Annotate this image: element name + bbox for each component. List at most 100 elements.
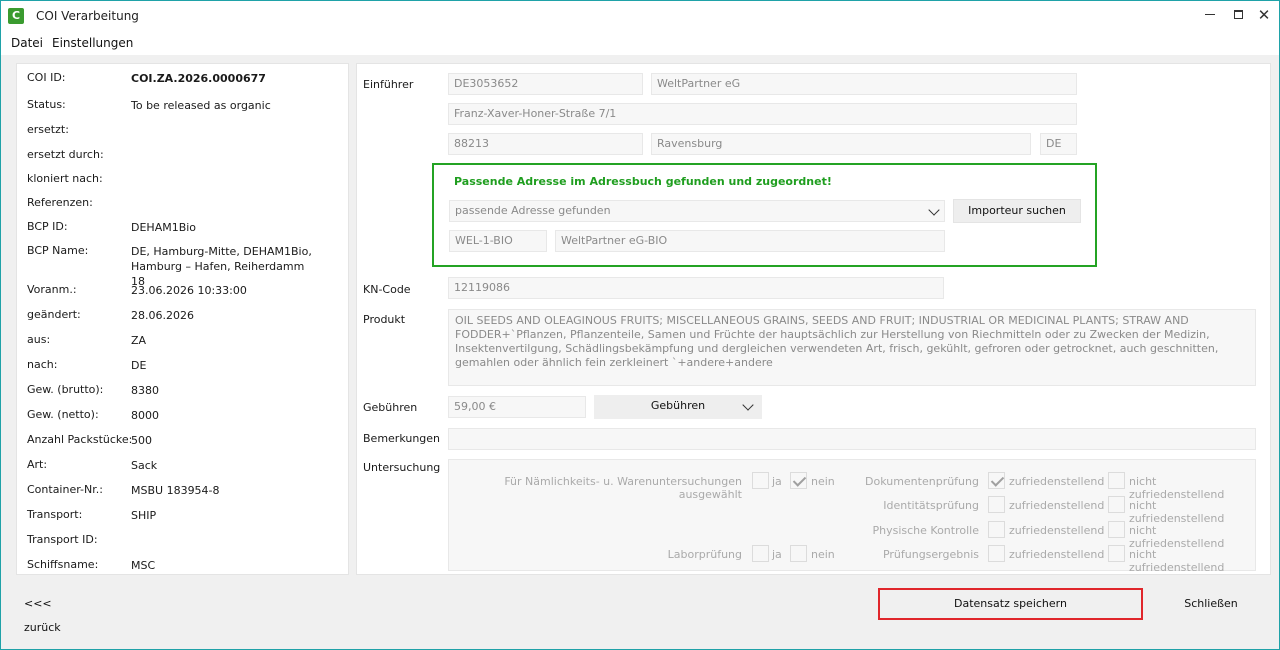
labor-nein-checkbox[interactable]	[790, 545, 807, 562]
importeur-suchen-button[interactable]: Importeur suchen	[953, 199, 1081, 223]
info-label: Schiffsname:	[27, 558, 99, 571]
info-value: 23.06.2026 10:33:00	[131, 284, 247, 297]
info-label: Gew. (brutto):	[27, 383, 104, 396]
app-logo-icon: C	[8, 8, 24, 24]
menu-einstellungen[interactable]: Einstellungen	[52, 36, 133, 50]
info-label: Transport:	[27, 508, 83, 521]
close-window-button[interactable]: ✕	[1249, 1, 1279, 31]
dokument-zufrieden-label: zufriedenstellend	[1009, 475, 1105, 488]
info-label: Gew. (netto):	[27, 408, 99, 421]
laborpruefung-label: Laborprüfung	[667, 548, 742, 561]
einfuehrer-name-field[interactable]: WeltPartner eG	[651, 73, 1077, 95]
info-value: 500	[131, 434, 152, 447]
info-label: Art:	[27, 458, 48, 471]
back-button[interactable]: <<< zurück	[19, 592, 89, 634]
kn-code-label: KN-Code	[363, 283, 411, 296]
address-code-field[interactable]: WEL-1-BIO	[449, 230, 547, 252]
address-match-select[interactable]: passende Adresse gefunden	[449, 200, 945, 222]
info-value: MSBU 183954-8	[131, 484, 220, 497]
info-value: 8380	[131, 384, 159, 397]
info-label: BCP Name:	[27, 244, 89, 257]
gebuehren-field[interactable]: 59,00 €	[448, 396, 586, 418]
pruefungsergebnis-label: Prüfungsergebnis	[882, 548, 979, 561]
info-value: Sack	[131, 459, 158, 472]
kn-code-field[interactable]: 12119086	[448, 277, 944, 299]
close-icon: ✕	[1257, 6, 1271, 24]
maximize-icon	[1233, 10, 1243, 19]
info-value: ZA	[131, 334, 147, 347]
address-match-message: Passende Adresse im Adressbuch gefunden …	[454, 175, 832, 188]
save-record-button[interactable]: Datensatz speichern	[878, 588, 1143, 620]
info-value: To be released as organic	[131, 99, 271, 112]
naemlichkeit-nein-checkbox[interactable]	[790, 472, 807, 489]
ergebnis-zufrieden-checkbox[interactable]	[988, 545, 1005, 562]
city-field[interactable]: Ravensburg	[651, 133, 1031, 155]
info-label: Anzahl Packstücke:	[27, 433, 133, 446]
coi-form-panel: Einführer DE3053652 WeltPartner eG Franz…	[356, 63, 1271, 575]
info-label: Transport ID:	[27, 533, 98, 546]
menu-bar: Datei Einstellungen	[1, 31, 1279, 55]
identitaetspruefung-label: Identitätsprüfung	[883, 499, 979, 512]
info-label: kloniert nach:	[27, 172, 103, 185]
einfuehrer-label: Einführer	[363, 78, 414, 91]
info-value: MSC	[131, 559, 156, 572]
info-label: ersetzt:	[27, 123, 69, 136]
chevron-down-icon	[928, 204, 940, 216]
ergebnis-nicht-zufrieden-label: nicht zufriedenstellend	[1129, 548, 1225, 574]
address-match-box: Passende Adresse im Adressbuch gefunden …	[432, 163, 1097, 267]
menu-datei[interactable]: Datei	[11, 36, 43, 50]
chevron-down-icon	[742, 399, 754, 411]
info-label: Status:	[27, 98, 66, 111]
info-value: DE	[131, 359, 147, 372]
dokument-nicht-zufrieden-label: nicht zufriedenstellend	[1129, 475, 1225, 501]
info-label: COI ID:	[27, 71, 66, 84]
info-label: nach:	[27, 358, 58, 371]
bemerkungen-field[interactable]	[448, 428, 1256, 450]
info-label: aus:	[27, 333, 51, 346]
close-button[interactable]: Schließen	[1171, 592, 1251, 616]
produkt-label: Produkt	[363, 313, 406, 326]
info-value: COI.ZA.2026.0000677	[131, 72, 266, 85]
physisch-zufrieden-checkbox[interactable]	[988, 521, 1005, 538]
naemlichkeit-label: Für Nämlichkeits- u. Warenuntersuchungen…	[504, 475, 742, 501]
coi-info-panel: COI ID: COI.ZA.2026.0000677 Status: To b…	[16, 63, 349, 575]
labor-ja-checkbox[interactable]	[752, 545, 769, 562]
gebuehren-label: Gebühren	[363, 401, 418, 414]
info-label: Referenzen:	[27, 196, 93, 209]
physisch-nicht-zufrieden-label: nicht zufriedenstellend	[1129, 524, 1225, 550]
bemerkungen-label: Bemerkungen	[363, 432, 441, 445]
gebuehren-select[interactable]: Gebühren	[594, 395, 762, 419]
physisch-zufrieden-label: zufriedenstellend	[1009, 524, 1105, 537]
zip-field[interactable]: 88213	[448, 133, 643, 155]
info-label: Voranm.:	[27, 283, 77, 296]
title-bar: C COI Verarbeitung ✕	[1, 1, 1279, 31]
dokument-zufrieden-checkbox[interactable]	[988, 472, 1005, 489]
ergebnis-zufrieden-label: zufriedenstellend	[1009, 548, 1105, 561]
minimize-button[interactable]	[1195, 1, 1225, 31]
info-label: BCP ID:	[27, 220, 68, 233]
ergebnis-nicht-zufrieden-checkbox[interactable]	[1108, 545, 1125, 562]
info-label: geändert:	[27, 308, 81, 321]
identitaet-zufrieden-checkbox[interactable]	[988, 496, 1005, 513]
produkt-textarea[interactable]: OIL SEEDS AND OLEAGINOUS FRUITS; MISCELL…	[448, 309, 1256, 386]
street-field[interactable]: Franz-Xaver-Honer-Straße 7/1	[448, 103, 1077, 125]
country-field[interactable]: DE	[1040, 133, 1077, 155]
untersuchung-box: Für Nämlichkeits- u. Warenuntersuchungen…	[448, 459, 1256, 574]
identitaet-nicht-zufrieden-checkbox[interactable]	[1108, 496, 1125, 513]
identitaet-nicht-zufrieden-label: nicht zufriedenstellend	[1129, 499, 1225, 525]
identitaet-zufrieden-label: zufriedenstellend	[1009, 499, 1105, 512]
dokument-nicht-zufrieden-checkbox[interactable]	[1108, 472, 1125, 489]
info-value: 8000	[131, 409, 159, 422]
naemlichkeit-nein-label: nein	[811, 475, 835, 488]
info-label: ersetzt durch:	[27, 148, 104, 161]
physische-kontrolle-label: Physische Kontrolle	[872, 524, 980, 537]
app-window: C COI Verarbeitung ✕ Datei Einstellungen…	[0, 0, 1280, 650]
einfuehrer-id-field[interactable]: DE3053652	[448, 73, 643, 95]
address-name-field[interactable]: WeltPartner eG-BIO	[555, 230, 945, 252]
info-value: DEHAM1Bio	[131, 221, 197, 234]
naemlichkeit-ja-checkbox[interactable]	[752, 472, 769, 489]
physisch-nicht-zufrieden-checkbox[interactable]	[1108, 521, 1125, 538]
info-value: 28.06.2026	[131, 309, 194, 322]
info-value: SHIP	[131, 509, 157, 522]
window-title: COI Verarbeitung	[36, 9, 139, 23]
